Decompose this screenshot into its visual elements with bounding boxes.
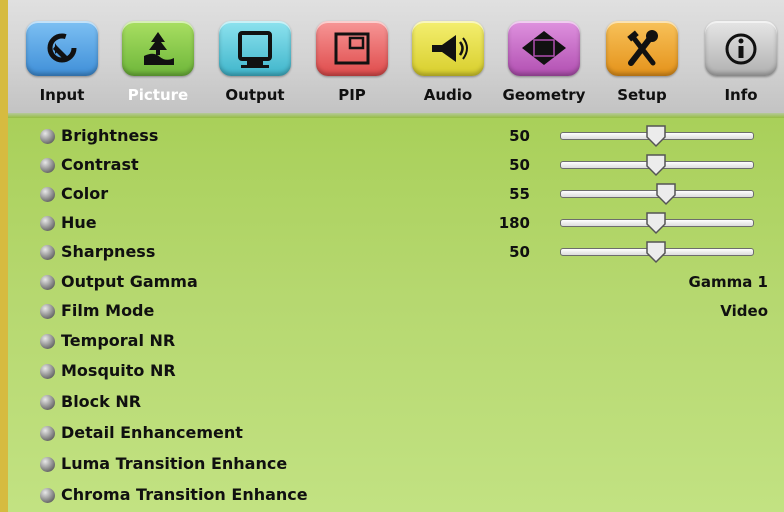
contrast-label: Contrast (61, 155, 139, 174)
header-separator (8, 113, 784, 118)
menu-item-chroma-transition-enhance[interactable]: Chroma Transition Enhance (38, 482, 784, 508)
temporal-nr-label: Temporal NR (61, 331, 176, 350)
bullet-icon (40, 216, 55, 231)
slider-thumb[interactable] (655, 182, 677, 206)
tab-label-geometry: Geometry (502, 86, 586, 104)
tab-bar: Input Picture Output PIP Audio Geometry … (8, 0, 784, 116)
menu-item-block-nr[interactable]: Block NR (38, 389, 784, 415)
menu-item-output-gamma[interactable]: Output Gamma Gamma 1 (38, 269, 784, 295)
bullet-icon (40, 334, 55, 349)
luma-transition-enhance-label: Luma Transition Enhance (61, 454, 288, 473)
film-mode-setting[interactable]: Video (720, 302, 768, 320)
bullet-icon (40, 426, 55, 441)
tab-label-info: Info (724, 86, 758, 104)
setup-tab-button[interactable] (606, 21, 678, 76)
sharpness-value: 50 (509, 243, 530, 261)
slider-thumb[interactable] (645, 124, 667, 148)
bullet-icon (40, 488, 55, 503)
menu-item-film-mode[interactable]: Film Mode Video (38, 298, 784, 324)
diamond-icon (522, 31, 566, 65)
input-tab-button[interactable] (26, 21, 98, 76)
bullet-icon (40, 364, 55, 379)
pip-tab-button[interactable] (316, 21, 388, 76)
tab-label-pip: PIP (338, 86, 366, 104)
slider-thumb[interactable] (645, 153, 667, 177)
menu-item-brightness[interactable]: Brightness 50 (38, 123, 784, 149)
bullet-icon (40, 275, 55, 290)
bullet-icon (40, 395, 55, 410)
menu-item-color[interactable]: Color 55 (38, 181, 784, 207)
bullet-icon (40, 304, 55, 319)
film-mode-label: Film Mode (61, 301, 155, 320)
audio-tab-button[interactable] (412, 21, 484, 76)
menu-item-luma-transition-enhance[interactable]: Luma Transition Enhance (38, 451, 784, 477)
bullet-icon (40, 129, 55, 144)
slider-thumb[interactable] (645, 240, 667, 264)
output-gamma-label: Output Gamma (61, 272, 198, 291)
info-tab-button[interactable] (705, 21, 777, 76)
pip-icon (334, 32, 370, 65)
tab-label-audio: Audio (423, 86, 473, 104)
bullet-icon (40, 187, 55, 202)
hue-slider[interactable] (560, 211, 754, 235)
left-border (0, 0, 8, 512)
bullet-icon (40, 245, 55, 260)
sharpness-slider[interactable] (560, 240, 754, 264)
menu-item-sharpness[interactable]: Sharpness 50 (38, 239, 784, 265)
tab-label-picture: Picture (127, 86, 189, 104)
speaker-icon (432, 35, 468, 62)
geometry-tab-button[interactable] (508, 21, 580, 76)
chroma-transition-enhance-label: Chroma Transition Enhance (61, 485, 308, 504)
picture-tab-button[interactable] (122, 21, 194, 76)
menu-item-temporal-nr[interactable]: Temporal NR (38, 328, 784, 354)
color-label: Color (61, 184, 109, 203)
detail-enhancement-label: Detail Enhancement (61, 423, 243, 442)
picture-icon (144, 32, 174, 65)
color-slider[interactable] (560, 182, 754, 206)
bullet-icon (40, 457, 55, 472)
output-gamma-setting[interactable]: Gamma 1 (689, 273, 768, 291)
color-value: 55 (509, 185, 530, 203)
output-tab-button[interactable] (219, 21, 291, 76)
block-nr-label: Block NR (61, 392, 142, 411)
menu-item-detail-enhancement[interactable]: Detail Enhancement (38, 420, 784, 446)
osd-window: Input Picture Output PIP Audio Geometry … (0, 0, 784, 512)
hue-value: 180 (498, 214, 530, 232)
tools-icon (627, 30, 658, 66)
input-icon (47, 33, 77, 63)
brightness-value: 50 (509, 127, 530, 145)
info-icon (725, 33, 757, 65)
slider-thumb[interactable] (645, 211, 667, 235)
sharpness-label: Sharpness (61, 242, 156, 261)
tab-label-setup: Setup (617, 86, 667, 104)
brightness-label: Brightness (61, 126, 159, 145)
mosquito-nr-label: Mosquito NR (61, 361, 176, 380)
contrast-value: 50 (509, 156, 530, 174)
contrast-slider[interactable] (560, 153, 754, 177)
menu-item-contrast[interactable]: Contrast 50 (38, 152, 784, 178)
brightness-slider[interactable] (560, 124, 754, 148)
tab-label-input: Input (39, 86, 85, 104)
tab-label-output: Output (225, 86, 285, 104)
hue-label: Hue (61, 213, 97, 232)
bullet-icon (40, 158, 55, 173)
menu-item-hue[interactable]: Hue 180 (38, 210, 784, 236)
monitor-icon (238, 31, 272, 68)
menu-item-mosquito-nr[interactable]: Mosquito NR (38, 358, 784, 384)
